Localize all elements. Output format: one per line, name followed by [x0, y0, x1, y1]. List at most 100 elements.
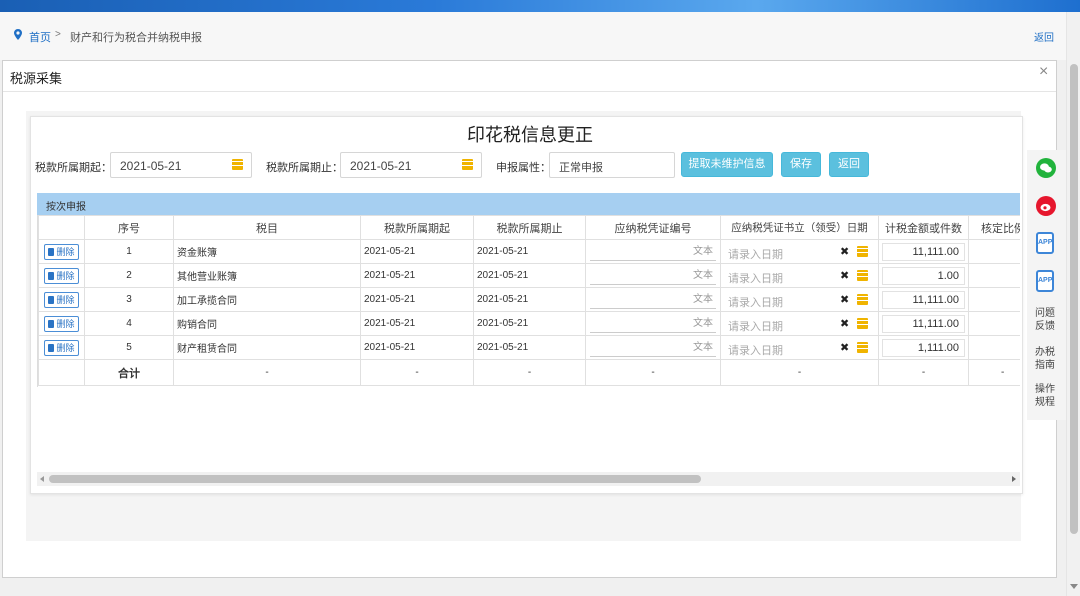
clear-icon[interactable]: ✖ [840, 317, 849, 330]
voucher-date-input[interactable]: 请录入日期 ✖ [722, 338, 878, 358]
breadcrumb-home-link[interactable]: 首页 [29, 29, 51, 45]
delete-button[interactable]: 删除 [44, 315, 79, 332]
delete-button[interactable]: 删除 [44, 243, 79, 260]
row-item: 资金账簿 [173, 239, 361, 264]
ratio-cell [968, 239, 1020, 264]
fetch-unmaintained-button[interactable]: 提取未维护信息 [681, 152, 773, 177]
ratio-cell [968, 263, 1020, 288]
total-cell: - [878, 359, 969, 386]
clear-icon[interactable]: ✖ [840, 245, 849, 258]
delete-button[interactable]: 删除 [44, 267, 79, 284]
clear-icon[interactable]: ✖ [840, 269, 849, 282]
total-cell: - [360, 359, 474, 386]
table-header-row: 序号 税目 税款所属期起 税款所属期止 应纳税凭证编号 应纳税凭证书立（领受）日… [38, 215, 1020, 240]
scroll-left-arrow-icon[interactable] [40, 476, 44, 482]
col-header-amount: 计税金额或件数 [878, 215, 969, 240]
end-date-value: 2021-05-21 [350, 159, 412, 173]
clear-icon[interactable]: ✖ [840, 293, 849, 306]
close-icon[interactable]: × [1039, 63, 1048, 81]
save-button[interactable]: 保存 [781, 152, 821, 177]
clear-icon[interactable]: ✖ [840, 341, 849, 354]
ratio-cell [968, 311, 1020, 336]
section-header: 按次申报 [37, 193, 1020, 215]
calendar-icon[interactable] [857, 245, 868, 257]
col-header-voucher-date: 应纳税凭证书立（领受）日期 [720, 215, 879, 240]
scroll-right-arrow-icon[interactable] [1012, 476, 1016, 482]
trash-icon [48, 343, 55, 352]
table-horizontal-scrollbar[interactable] [37, 472, 1020, 486]
row-start: 2021-05-21 [360, 287, 474, 312]
voucher-date-input[interactable]: 请录入日期 ✖ [722, 266, 878, 286]
calendar-icon[interactable] [462, 159, 473, 170]
banner-logo [30, 0, 72, 6]
tax-guide-link[interactable]: 办税指南 [1035, 346, 1059, 372]
amount-input[interactable]: 1.00 [882, 266, 965, 285]
col-header-no: 序号 [84, 215, 174, 240]
location-pin-icon [14, 29, 22, 40]
amount-input[interactable]: 11,111.00 [882, 242, 965, 261]
row-start: 2021-05-21 [360, 335, 474, 360]
table-row: 删除 4 购销合同 2021-05-21 2021-05-21 文本 请录入日期… [38, 311, 1020, 336]
row-end: 2021-05-21 [473, 335, 586, 360]
table-row: 删除 2 其他营业账簿 2021-05-21 2021-05-21 文本 请录入… [38, 263, 1020, 288]
page-scrollbar[interactable] [1066, 12, 1080, 596]
voucher-no-input[interactable]: 文本 [590, 291, 716, 309]
row-item: 财产租赁合同 [173, 335, 361, 360]
row-item: 购销合同 [173, 311, 361, 336]
total-cell: - [968, 359, 1020, 386]
voucher-date-input[interactable]: 请录入日期 ✖ [722, 242, 878, 262]
modal-title: 税源采集 [10, 71, 63, 86]
breadcrumb: 首页 > 财产和行为税合并纳税申报 返回 [0, 12, 1066, 60]
voucher-date-input[interactable]: 请录入日期 ✖ [722, 314, 878, 334]
table-scrollbar-thumb[interactable] [49, 475, 701, 483]
row-end: 2021-05-21 [473, 287, 586, 312]
delete-button[interactable]: 删除 [44, 291, 79, 308]
scroll-down-arrow-icon[interactable] [1070, 584, 1078, 589]
end-date-field[interactable]: 2021-05-21 [340, 152, 482, 178]
voucher-no-input[interactable]: 文本 [590, 267, 716, 285]
weibo-icon[interactable] [1036, 196, 1056, 216]
calendar-icon[interactable] [857, 341, 868, 353]
calendar-icon[interactable] [857, 317, 868, 329]
amount-input[interactable]: 1,111.00 [882, 338, 965, 357]
procedure-link[interactable]: 操作规程 [1035, 383, 1059, 409]
row-no: 5 [84, 335, 174, 360]
amount-input[interactable]: 11,111.00 [882, 314, 965, 333]
total-row: 合计 - - - - - - - [38, 359, 1020, 386]
row-end: 2021-05-21 [473, 263, 586, 288]
total-label: 合计 [84, 359, 174, 386]
app-icon[interactable]: APP [1036, 270, 1054, 292]
app-icon[interactable]: APP [1036, 232, 1054, 254]
start-date-field[interactable]: 2021-05-21 [110, 152, 252, 178]
total-cell: - [173, 359, 361, 386]
modal-divider [3, 91, 1056, 92]
total-cell: - [720, 359, 879, 386]
voucher-no-input[interactable]: 文本 [590, 315, 716, 333]
row-item: 其他营业账簿 [173, 263, 361, 288]
voucher-date-input[interactable]: 请录入日期 ✖ [722, 290, 878, 310]
calendar-icon[interactable] [857, 293, 868, 305]
page-scrollbar-thumb[interactable] [1070, 64, 1078, 534]
back-button[interactable]: 返回 [829, 152, 869, 177]
page-back-link[interactable]: 返回 [1034, 29, 1054, 44]
declare-attr-value: 正常申报 [559, 162, 603, 174]
trash-icon [48, 247, 55, 256]
page-title: 印花税信息更正 [467, 125, 593, 145]
feedback-link[interactable]: 问题反馈 [1035, 307, 1059, 333]
calendar-icon[interactable] [857, 269, 868, 281]
total-cell: - [473, 359, 586, 386]
col-header-ratio: 核定比例 [968, 215, 1020, 240]
trash-icon [48, 271, 55, 280]
start-date-label: 税款所属期起： [35, 162, 112, 174]
delete-button[interactable]: 删除 [44, 339, 79, 356]
calendar-icon[interactable] [232, 159, 243, 170]
voucher-no-input[interactable]: 文本 [590, 243, 716, 261]
col-header-action [38, 215, 85, 240]
row-start: 2021-05-21 [360, 239, 474, 264]
breadcrumb-separator: > [55, 29, 61, 40]
declare-attr-field[interactable]: 正常申报 [549, 152, 675, 178]
col-header-item: 税目 [173, 215, 361, 240]
wechat-icon[interactable] [1036, 158, 1056, 178]
amount-input[interactable]: 11,111.00 [882, 290, 965, 309]
voucher-no-input[interactable]: 文本 [590, 339, 716, 357]
